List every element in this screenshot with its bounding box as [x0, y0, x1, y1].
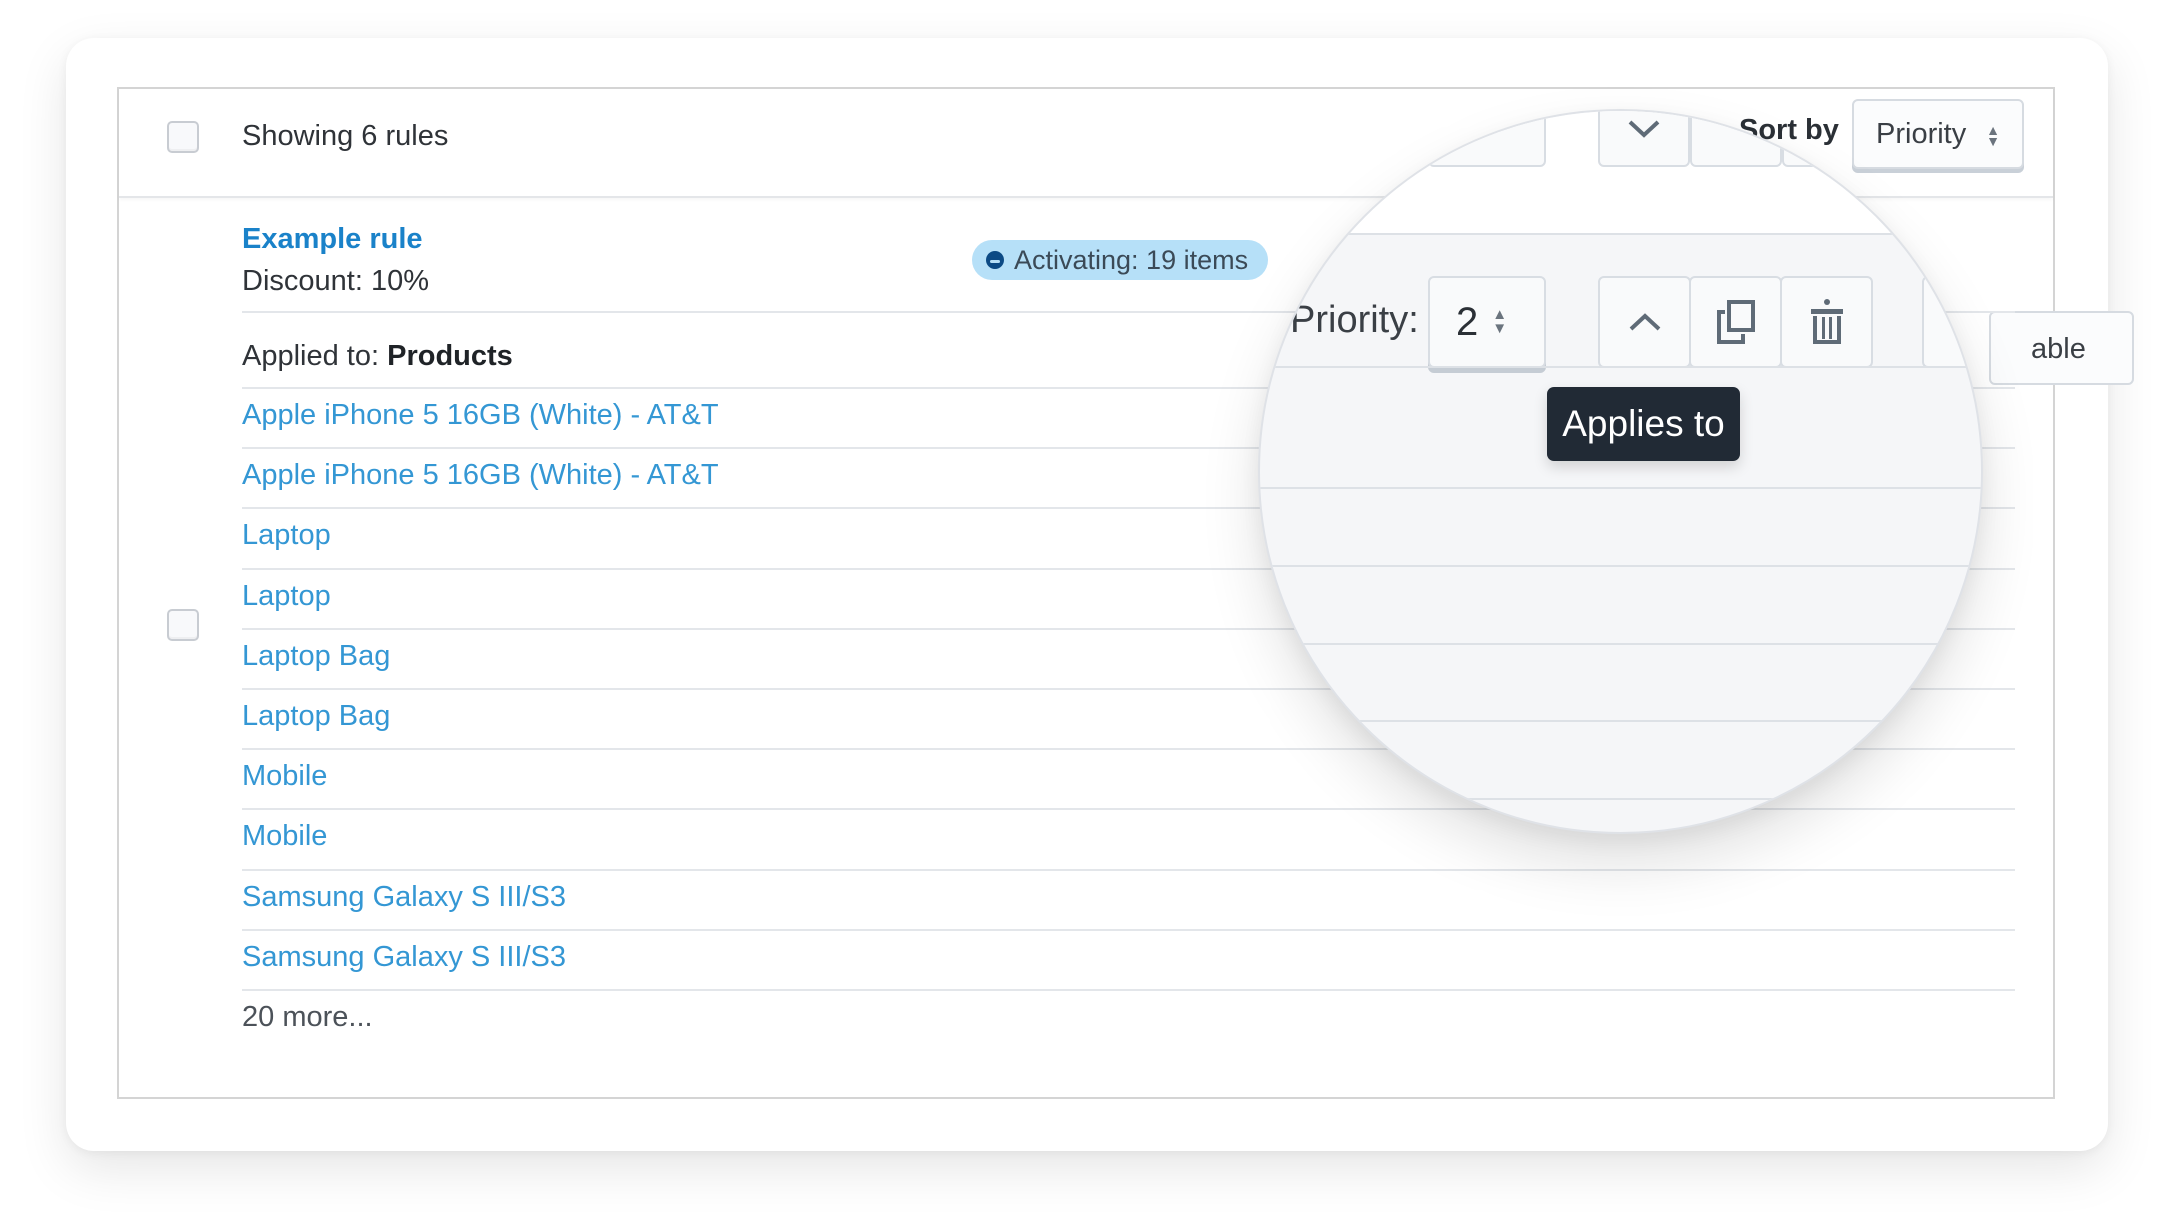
activating-icon	[986, 251, 1004, 269]
lens-divider	[1260, 720, 1981, 722]
tooltip: Applies to	[1547, 387, 1740, 461]
duplicate-button[interactable]	[1689, 276, 1782, 368]
lens-partial-stepper	[1428, 111, 1546, 167]
more-products-text[interactable]: 20 more...	[242, 1001, 373, 1034]
priority-label: Priority:	[1290, 299, 1419, 341]
partial-action-button-label: able	[2031, 333, 2086, 365]
status-badge-text: Activating: 19 items	[1014, 244, 1249, 275]
chevron-up-icon	[1629, 313, 1660, 331]
lens-divider	[1260, 643, 1981, 645]
rule-name-link[interactable]: Example rule	[242, 223, 423, 256]
divider	[242, 989, 2015, 991]
trash-icon	[1810, 299, 1843, 344]
delete-button[interactable]	[1780, 276, 1873, 368]
stepper-arrows-icon: ▲ ▼	[1492, 306, 1508, 337]
lens-partial-copy-button	[1690, 111, 1782, 167]
lens-divider	[1260, 233, 1981, 235]
copy-icon	[1716, 300, 1755, 344]
lens-divider	[1260, 565, 1981, 567]
magnifier-lens: Priority: 2 ▲ ▼ Applies to	[1258, 109, 1983, 834]
priority-stepper[interactable]: 2 ▲ ▼	[1428, 276, 1546, 368]
divider	[242, 928, 2015, 931]
lens-divider	[1260, 366, 1981, 368]
product-link[interactable]: Mobile	[242, 760, 327, 793]
rule-discount: Discount: 10%	[242, 265, 429, 297]
select-arrows-icon: ▲ ▼	[1986, 122, 2000, 149]
select-all-checkbox[interactable]	[167, 121, 199, 153]
product-link[interactable]: Apple iPhone 5 16GB (White) - AT&T	[242, 399, 719, 432]
lens-divider	[1260, 798, 1981, 800]
lens-partial-delete-button	[1782, 111, 1874, 167]
status-badge: Activating: 19 items	[972, 240, 1269, 280]
priority-value: 2	[1456, 299, 1479, 344]
product-link[interactable]: Mobile	[242, 820, 327, 853]
product-link[interactable]: Samsung Galaxy S III/S3	[242, 881, 566, 914]
lens-partial-button	[1922, 276, 1981, 368]
rule-checkbox[interactable]	[167, 609, 199, 641]
product-link[interactable]: Apple iPhone 5 16GB (White) - AT&T	[242, 459, 719, 492]
move-up-button[interactable]	[1598, 276, 1691, 368]
product-link[interactable]: Laptop	[242, 580, 331, 613]
chevron-down-icon	[1628, 120, 1660, 138]
divider	[242, 868, 2015, 871]
partial-action-button[interactable]: able	[1989, 311, 2134, 385]
product-link[interactable]: Laptop	[242, 519, 331, 552]
lens-move-down-button	[1598, 111, 1690, 167]
applied-to-value: Products	[387, 340, 513, 372]
applied-to: Applied to: Products	[242, 340, 513, 373]
product-link[interactable]: Laptop Bag	[242, 700, 390, 733]
product-link[interactable]: Samsung Galaxy S III/S3	[242, 941, 566, 974]
showing-count: Showing 6 rules	[242, 120, 449, 152]
product-link[interactable]: Laptop Bag	[242, 640, 390, 673]
lens-divider	[1260, 487, 1981, 489]
applied-to-label: Applied to:	[242, 340, 380, 372]
